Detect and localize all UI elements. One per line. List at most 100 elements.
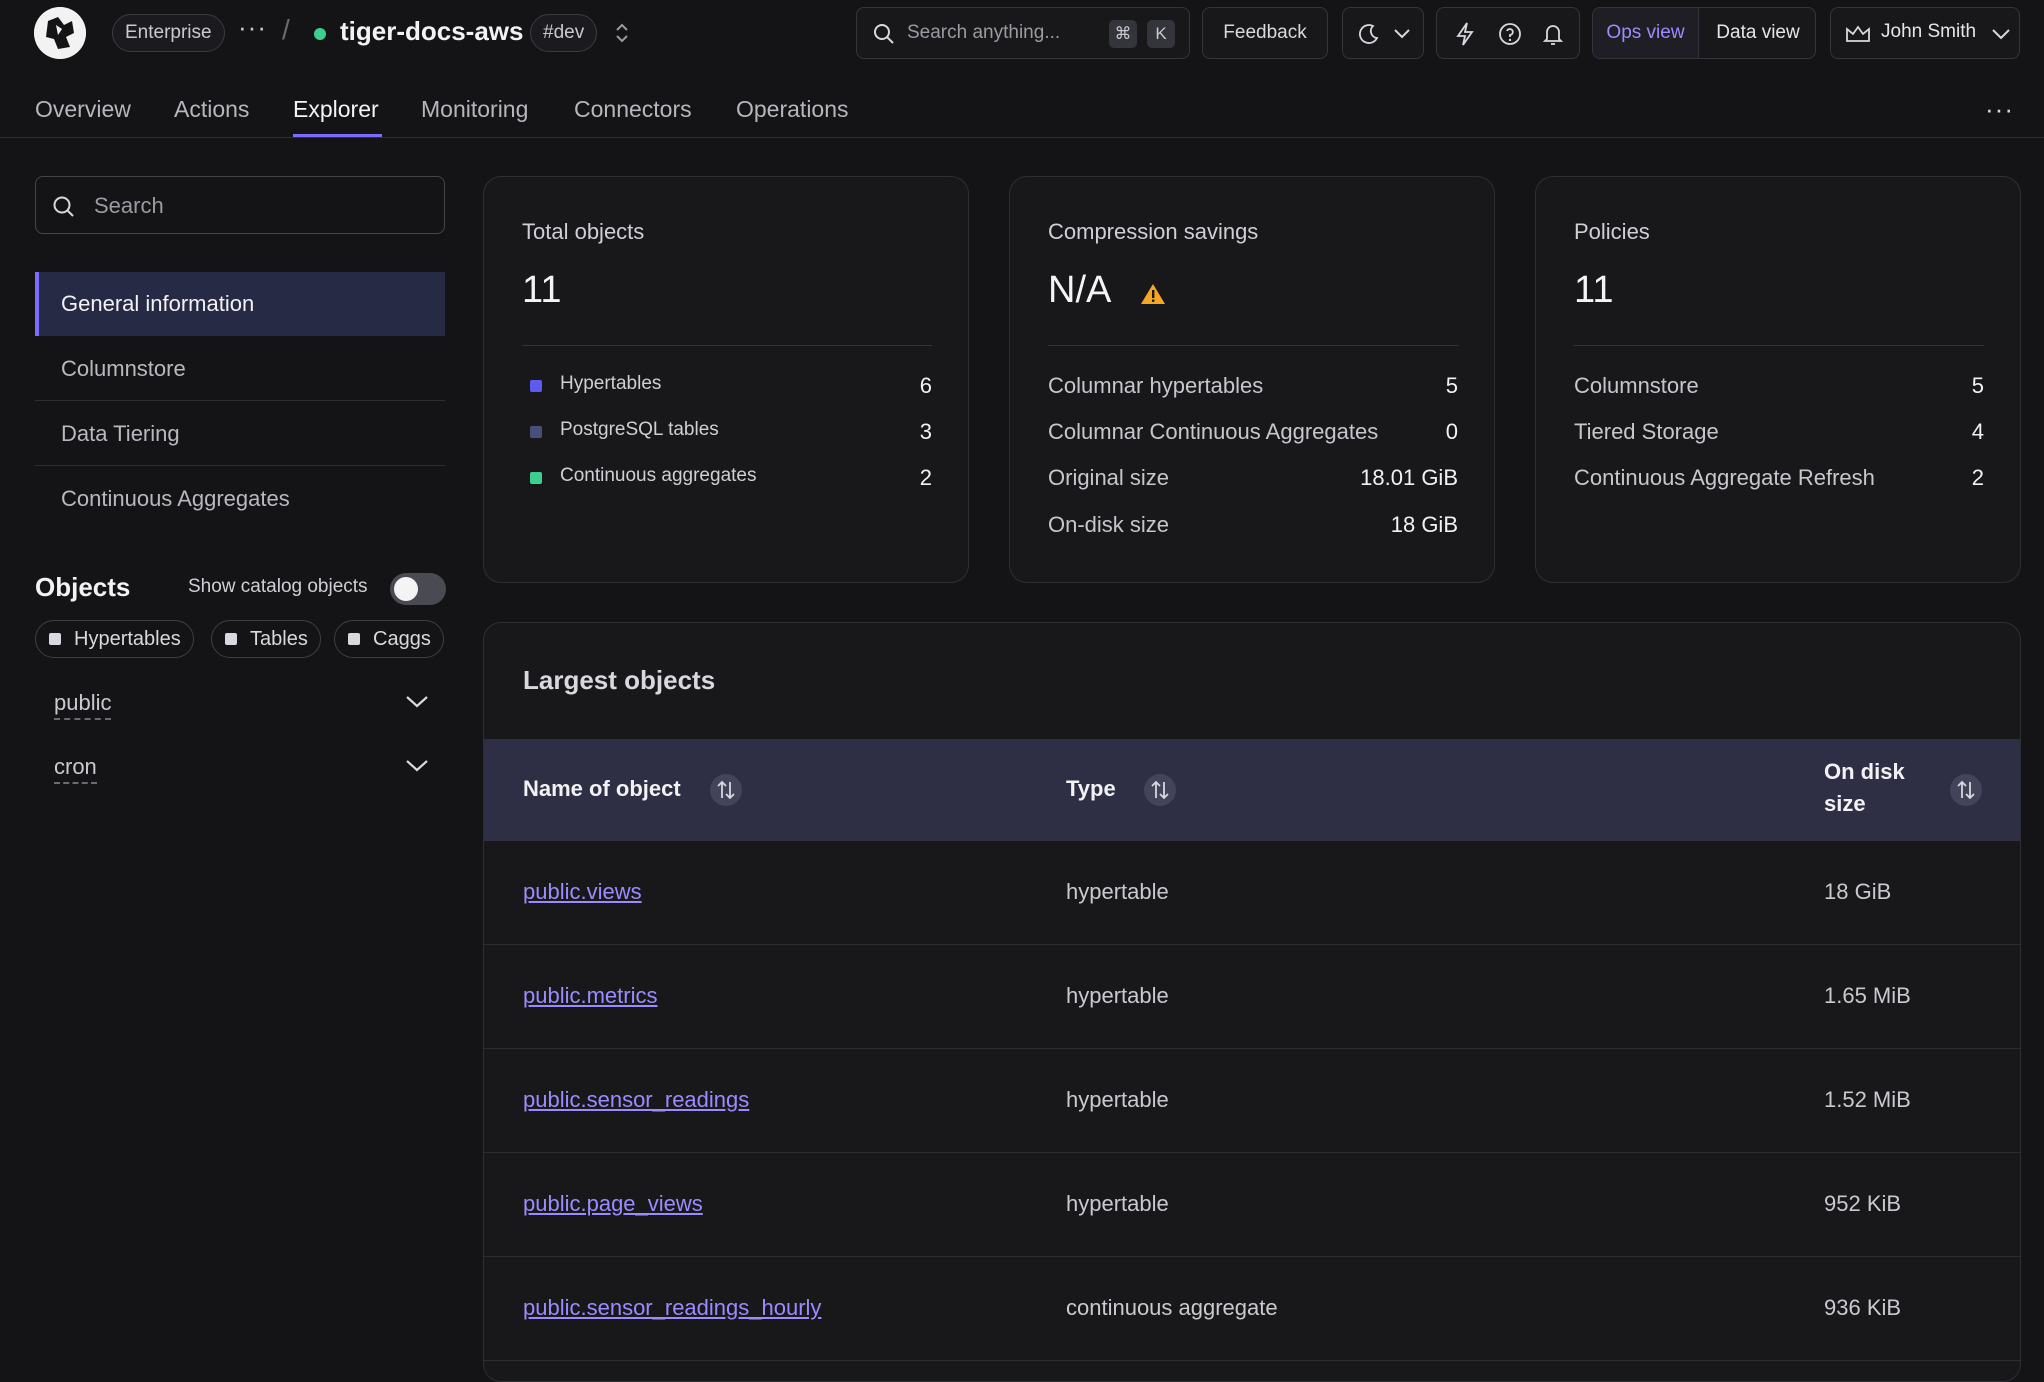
sidebar-item-columnstore[interactable]: Columnstore [35, 337, 445, 401]
active-tab-indicator [293, 134, 382, 137]
data-view-button[interactable]: Data view [1699, 8, 1815, 58]
filter-chip-caggs[interactable]: Caggs [334, 620, 444, 658]
table-header: Name of object Type On disk size [484, 739, 2020, 841]
square-icon [49, 633, 61, 645]
tab-explorer[interactable]: Explorer [293, 96, 379, 123]
crown-icon [1846, 25, 1870, 42]
env-badge: #dev [530, 14, 598, 52]
object-size: 18 GiB [1824, 879, 1892, 904]
top-bar: Enterprise ··· / tiger-docs-aws #dev Sea… [0, 0, 2044, 66]
card-value: 11 [522, 269, 562, 311]
sidebar-item-data-tiering[interactable]: Data Tiering [35, 402, 445, 466]
object-type: hypertable [1066, 1087, 1169, 1112]
chevron-down-icon[interactable] [404, 758, 430, 774]
sort-icon[interactable] [1950, 774, 1982, 806]
object-link[interactable]: public.views [523, 879, 642, 905]
tab-actions[interactable]: Actions [174, 96, 249, 123]
lightning-icon[interactable] [1453, 21, 1477, 47]
filter-chip-label: Tables [250, 628, 308, 650]
shortcut-meta-key: ⌘ [1109, 20, 1137, 48]
object-type: hypertable [1066, 1191, 1169, 1216]
column-header-name[interactable]: Name of object [523, 776, 681, 802]
search-icon [53, 196, 74, 217]
moon-icon [1359, 24, 1379, 44]
object-link[interactable]: public.metrics [523, 983, 657, 1009]
more-breadcrumb-icon[interactable]: ··· [238, 12, 267, 43]
object-type: continuous aggregate [1066, 1295, 1278, 1320]
stat-value: 18.01 GiB [1360, 465, 1458, 490]
column-header-type[interactable]: Type [1066, 776, 1116, 802]
stat-value: 4 [1971, 419, 1984, 444]
total-objects-card: Total objects 11 Hypertables 6 PostgreSQ… [483, 176, 969, 583]
stat-label: Hypertables [560, 373, 662, 394]
warning-icon[interactable] [1140, 283, 1166, 305]
table-row: public.sensor_readings hypertable 1.52 M… [484, 1049, 2020, 1153]
service-status-dot [314, 28, 326, 40]
divider [1574, 345, 1984, 346]
object-size: 936 KiB [1824, 1295, 1902, 1320]
policies-card: Policies 11 Columnstore 5 Tiered Storage… [1535, 176, 2021, 583]
column-header-size-line2[interactable]: size [1824, 791, 1866, 817]
object-size: 1.65 MiB [1824, 983, 1911, 1008]
divider [1048, 345, 1458, 346]
feedback-button[interactable]: Feedback [1202, 7, 1328, 59]
quick-actions-group [1436, 7, 1580, 59]
bell-icon[interactable] [1541, 21, 1565, 47]
tab-overview[interactable]: Overview [35, 96, 131, 123]
global-search-input[interactable]: Search anything... ⌘ K [856, 7, 1190, 59]
global-search-placeholder: Search anything... [907, 22, 1061, 43]
largest-objects-title: Largest objects [523, 665, 716, 695]
plan-badge[interactable]: Enterprise [112, 14, 225, 52]
stat-value: 2 [919, 465, 932, 490]
legend-swatch [530, 472, 542, 484]
object-link[interactable]: public.sensor_readings [523, 1087, 749, 1113]
service-name[interactable]: tiger-docs-aws [340, 16, 524, 47]
object-link[interactable]: public.sensor_readings_hourly [523, 1295, 821, 1321]
schema-cron[interactable]: cron [54, 754, 97, 784]
tab-monitoring[interactable]: Monitoring [421, 96, 528, 123]
square-icon [225, 633, 237, 645]
filter-chip-hypertables[interactable]: Hypertables [35, 620, 194, 658]
show-catalog-toggle[interactable] [390, 573, 446, 605]
object-size: 1.52 MiB [1824, 1087, 1911, 1112]
stat-label: Continuous aggregates [560, 465, 757, 486]
filter-chip-tables[interactable]: Tables [211, 620, 321, 658]
sidebar-search-input[interactable]: Search [35, 176, 445, 234]
tab-operations[interactable]: Operations [736, 96, 849, 123]
legend-swatch [530, 426, 542, 438]
stat-label: Continuous Aggregate Refresh [1574, 465, 1875, 490]
more-options-icon[interactable]: ··· [1985, 94, 2014, 125]
chevron-down-icon[interactable] [404, 694, 430, 710]
user-name: John Smith [1881, 21, 1977, 42]
tiger-logo-icon[interactable] [34, 7, 86, 59]
tab-connectors[interactable]: Connectors [574, 96, 692, 123]
object-type: hypertable [1066, 983, 1169, 1008]
view-switch: Ops view Data view [1592, 7, 1816, 59]
help-icon[interactable] [1497, 21, 1523, 47]
card-value: 11 [1574, 269, 1614, 311]
breadcrumb-separator: / [282, 14, 290, 45]
card-title: Total objects [522, 219, 645, 244]
filter-chip-label: Caggs [373, 628, 431, 650]
schema-public[interactable]: public [54, 690, 112, 720]
stat-label: Columnar Continuous Aggregates [1048, 419, 1379, 444]
compression-savings-card: Compression savings N/A Columnar hyperta… [1009, 176, 1495, 583]
sort-icon[interactable] [1144, 774, 1176, 806]
chevron-down-icon [1394, 29, 1410, 39]
sidebar-item-continuous-aggregates[interactable]: Continuous Aggregates [35, 467, 445, 531]
sidebar-item-general-information[interactable]: General information [35, 272, 445, 336]
object-link[interactable]: public.page_views [523, 1191, 703, 1217]
sidebar-search-placeholder: Search [94, 193, 164, 218]
theme-toggle-button[interactable] [1342, 7, 1424, 59]
user-menu-button[interactable]: John Smith [1830, 7, 2020, 59]
stat-value: 6 [919, 373, 932, 398]
ops-view-button[interactable]: Ops view [1593, 8, 1699, 58]
stat-value: 0 [1445, 419, 1458, 444]
card-value: N/A [1048, 269, 1112, 311]
service-switcher-icon[interactable] [612, 19, 632, 47]
sort-icon[interactable] [710, 774, 742, 806]
shortcut-k-key: K [1147, 20, 1175, 48]
stat-value: 5 [1971, 373, 1984, 398]
column-header-size-line1[interactable]: On disk [1824, 759, 1905, 785]
stat-value: 3 [919, 419, 932, 444]
